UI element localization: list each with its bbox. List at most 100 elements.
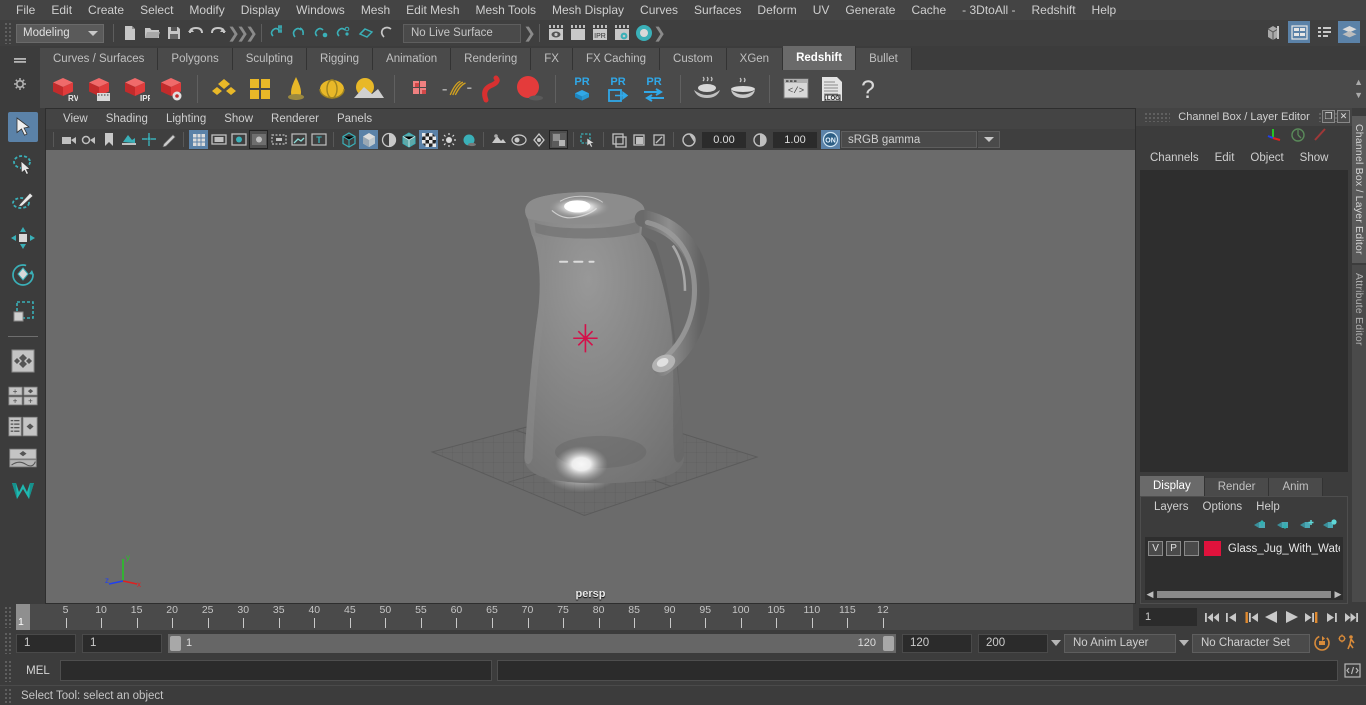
layer-menu-layers[interactable]: Layers [1147, 501, 1196, 513]
manipulator-axis-icon[interactable] [1267, 127, 1284, 145]
use-lights-icon[interactable] [439, 130, 458, 149]
channel-box-menu-show[interactable]: Show [1292, 152, 1337, 164]
pr-proxy-icon[interactable]: PR [565, 72, 599, 106]
animation-start-time-field[interactable]: 1 [16, 633, 76, 653]
step-forward-frame-icon[interactable] [1323, 607, 1340, 627]
render-settings-icon[interactable] [611, 22, 633, 44]
pr-convert-icon[interactable]: PR [637, 72, 671, 106]
move-layer-down-icon[interactable] [1276, 518, 1291, 534]
gamma-reset-icon[interactable] [629, 130, 648, 149]
redshift-hair-icon[interactable] [440, 72, 474, 106]
redshift-sphere-icon[interactable] [512, 72, 546, 106]
menu-item-create[interactable]: Create [80, 0, 132, 20]
anim-layer-field[interactable]: No Anim Layer [1064, 633, 1176, 653]
scale-tool[interactable] [8, 297, 38, 327]
channel-speed-icon[interactable] [1290, 127, 1306, 146]
menu-item-file[interactable]: File [8, 0, 43, 20]
color-management-dropdown[interactable] [978, 131, 1000, 148]
new-layer-icon[interactable] [1299, 518, 1314, 534]
color-management-toggle-icon[interactable]: ON [821, 130, 840, 149]
pr-export-icon[interactable]: PR [601, 72, 635, 106]
scroll-right-icon[interactable]: ▶ [1333, 589, 1343, 600]
shelf-tab-rigging[interactable]: Rigging [307, 48, 374, 70]
shelf-tab-menu-icon[interactable] [12, 49, 28, 71]
redshift-render-settings-icon[interactable] [154, 72, 188, 106]
lasso-select-tool[interactable] [8, 149, 38, 179]
layer-tab-render[interactable]: Render [1204, 478, 1270, 496]
layer-playback-toggle[interactable]: P [1166, 541, 1182, 556]
perspective-viewport[interactable]: y x z persp [46, 150, 1135, 603]
redshift-light-icon[interactable] [279, 72, 313, 106]
color-management-field[interactable]: sRGB gamma [841, 131, 977, 148]
character-set-dropdown-arrow[interactable] [1176, 634, 1192, 653]
exposure-reset-icon[interactable] [609, 130, 628, 149]
redshift-render-view-icon[interactable]: RV [46, 72, 80, 106]
shelf-tab-fx[interactable]: FX [531, 48, 573, 70]
status-line-grip[interactable] [4, 22, 13, 44]
shelf-tab-rendering[interactable]: Rendering [451, 48, 532, 70]
textured-icon[interactable] [419, 130, 438, 149]
undo-icon[interactable] [185, 22, 207, 44]
wireframe-icon[interactable] [339, 130, 358, 149]
channel-box-menu-object[interactable]: Object [1242, 152, 1291, 164]
play-backwards-icon[interactable] [1263, 607, 1280, 627]
redshift-volume-icon[interactable] [404, 72, 438, 106]
range-slider-bar[interactable]: 1 120 [168, 633, 896, 653]
step-forward-key-icon[interactable] [1303, 607, 1320, 627]
snap-to-curve-icon[interactable] [289, 22, 311, 44]
script-editor-icon[interactable]: </> [779, 72, 813, 106]
animation-end-time-field[interactable]: 200 [978, 633, 1048, 653]
anim-layer-dropdown-arrow[interactable] [1048, 634, 1064, 653]
shelf-scroll-down-icon[interactable]: ▼ [1354, 91, 1363, 100]
gamma-icon[interactable] [750, 130, 769, 149]
vertical-tab-channel-box[interactable]: Channel Box / Layer Editor [1352, 116, 1366, 263]
layer-list[interactable]: V P Glass_Jug_With_Water [1145, 537, 1343, 589]
collapse-bracket[interactable]: ❯ [245, 23, 258, 43]
isolate-select-icon[interactable] [549, 130, 568, 149]
smooth-shade-all-icon[interactable] [359, 130, 378, 149]
channel-box-icon[interactable] [1313, 21, 1335, 43]
command-input[interactable] [60, 660, 492, 681]
step-back-key-icon[interactable] [1243, 607, 1260, 627]
move-tool[interactable] [8, 223, 38, 253]
step-back-frame-icon[interactable] [1223, 607, 1240, 627]
help-line-grip[interactable] [4, 687, 13, 704]
snap-to-view-plane-icon[interactable] [377, 22, 399, 44]
character-set-field[interactable]: No Character Set [1192, 633, 1310, 653]
shelf-tab-curves-surfaces[interactable]: Curves / Surfaces [40, 48, 159, 70]
layer-menu-options[interactable]: Options [1196, 501, 1250, 513]
redshift-ipr-icon[interactable]: IPR [118, 72, 152, 106]
snap-to-point-icon[interactable] [311, 22, 333, 44]
persp-graph-layout[interactable] [8, 445, 38, 471]
viewport-menu-panels[interactable]: Panels [328, 113, 381, 125]
reset-view-icon[interactable] [649, 130, 668, 149]
panel-grip[interactable] [1144, 112, 1171, 122]
menu-item-display[interactable]: Display [233, 0, 288, 20]
open-scene-icon[interactable] [141, 22, 163, 44]
vertical-tab-attribute-editor[interactable]: Attribute Editor [1352, 264, 1366, 602]
shelf-tab-custom[interactable]: Custom [660, 48, 727, 70]
film-gate-icon[interactable] [209, 130, 228, 149]
current-time-indicator[interactable]: 1 [16, 604, 30, 630]
camera-attributes-icon[interactable] [79, 130, 98, 149]
shelf-scroll-up-icon[interactable]: ▲ [1354, 78, 1363, 87]
outliner-persp-layout[interactable] [7, 414, 38, 440]
bake-set-icon[interactable] [726, 72, 760, 106]
safe-action-icon[interactable] [289, 130, 308, 149]
make-live-icon[interactable] [355, 22, 377, 44]
redshift-environment-icon[interactable] [351, 72, 385, 106]
redshift-curve-icon[interactable] [476, 72, 510, 106]
script-editor-icon[interactable] [1342, 661, 1362, 681]
live-surface-field[interactable]: No Live Surface [403, 23, 521, 43]
command-language-label[interactable]: MEL [16, 665, 60, 677]
menu-item-help[interactable]: Help [1084, 0, 1125, 20]
redshift-dome-light-icon[interactable] [315, 72, 349, 106]
viewport-menu-renderer[interactable]: Renderer [262, 113, 328, 125]
layer-tab-display[interactable]: Display [1140, 476, 1205, 496]
grid-toggle-icon[interactable] [189, 130, 208, 149]
title-safe-icon[interactable]: T [309, 130, 328, 149]
modeling-toolkit-icon[interactable] [1263, 21, 1285, 43]
exposure-value[interactable]: 0.00 [702, 131, 746, 148]
bookmark-icon[interactable] [99, 130, 118, 149]
menu-item-surfaces[interactable]: Surfaces [686, 0, 749, 20]
